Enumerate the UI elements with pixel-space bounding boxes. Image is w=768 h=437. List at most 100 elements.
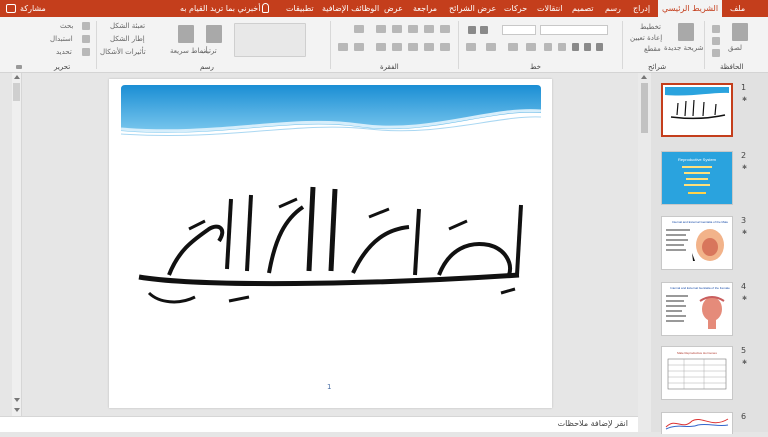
align-center-icon[interactable] <box>424 43 434 51</box>
slide-thumbnail-2[interactable]: Reproductive System <box>661 151 733 205</box>
scroll-up-icon[interactable] <box>14 75 20 79</box>
change-case-icon[interactable] <box>508 43 518 51</box>
line-spacing-icon[interactable] <box>376 25 386 33</box>
tab-view[interactable]: عرض <box>380 0 407 17</box>
scroll-thumb[interactable] <box>641 83 648 133</box>
format-painter-icon[interactable] <box>712 49 720 57</box>
tab-design[interactable]: تصميم <box>568 0 598 17</box>
tab-animations[interactable]: حركات <box>500 0 531 17</box>
shape-effects-button[interactable]: تأثيرات الأشكال <box>100 48 146 56</box>
thumbnail-6-graphics <box>665 418 729 430</box>
strikethrough-icon[interactable] <box>544 43 552 51</box>
arrange-icon[interactable] <box>206 25 222 43</box>
paste-label[interactable]: لصق <box>728 44 742 52</box>
collapse-ribbon-icon[interactable] <box>16 65 22 69</box>
editor-scrollbar[interactable] <box>12 73 22 416</box>
slide-thumbnail-1[interactable] <box>661 83 733 137</box>
thumbnails-scrollbar[interactable] <box>638 73 651 432</box>
italic-icon[interactable] <box>584 43 591 51</box>
bold-icon[interactable] <box>596 43 603 51</box>
tab-apps[interactable]: تطبيقات <box>282 0 318 17</box>
shape-fill-button[interactable]: تعبئة الشكل <box>110 22 145 30</box>
group-font-label: خط <box>530 63 541 71</box>
smartart-icon[interactable] <box>338 43 348 51</box>
section-button[interactable]: مقطع <box>644 45 661 53</box>
transition-star-icon: ✱ <box>742 359 748 366</box>
shape-outline-button[interactable]: إطار الشكل <box>110 35 145 43</box>
slide-thumbnail-5[interactable]: Male Reproductive Hormones <box>661 346 733 400</box>
new-slide-label[interactable]: شريحة جديدة <box>664 44 703 52</box>
scroll-down-icon[interactable] <box>14 408 20 412</box>
thumbnail-1-graphics <box>665 87 729 120</box>
scroll-down-page-icon[interactable] <box>14 398 20 402</box>
transition-star-icon: ✱ <box>742 229 748 236</box>
replace-icon[interactable] <box>82 35 90 43</box>
separator <box>330 21 331 69</box>
transition-star-icon: ✱ <box>742 96 748 103</box>
tab-home[interactable]: الشريط الرئيسي <box>658 0 723 17</box>
paste-icon[interactable] <box>732 23 748 41</box>
replace-button[interactable]: استبدال <box>50 35 73 43</box>
reset-button[interactable]: إعادة تعيين <box>630 34 662 42</box>
font-size-input[interactable] <box>502 25 536 35</box>
tab-insert[interactable]: إدراج <box>629 0 654 17</box>
grow-font-icon[interactable] <box>480 26 488 34</box>
decrease-indent-icon[interactable] <box>408 25 418 33</box>
current-slide[interactable]: 1 <box>109 79 552 408</box>
font-name-input[interactable] <box>540 25 608 35</box>
align-right-icon[interactable] <box>440 43 450 51</box>
share-button[interactable]: مشاركة <box>20 0 46 17</box>
shrink-font-icon[interactable] <box>468 26 476 34</box>
tab-file[interactable]: ملف <box>726 0 749 17</box>
transition-star-icon: ✱ <box>742 164 748 171</box>
select-button[interactable]: تحديد <box>56 48 72 56</box>
align-text-icon[interactable] <box>354 43 364 51</box>
shadow-icon[interactable] <box>558 43 566 51</box>
cut-icon[interactable] <box>712 25 720 33</box>
find-button[interactable]: بحث <box>60 22 73 30</box>
slide-thumbnail-4[interactable]: Internal and External Genitalia of the F… <box>661 282 733 336</box>
copy-icon[interactable] <box>712 37 720 45</box>
separator <box>458 21 459 69</box>
tab-transitions[interactable]: انتقالات <box>533 0 566 17</box>
layout-button[interactable]: تخطيط <box>640 23 661 31</box>
separator <box>704 21 705 69</box>
numbering-icon[interactable] <box>424 25 434 33</box>
tab-draw[interactable]: رسم <box>601 0 625 17</box>
shapes-gallery[interactable] <box>234 23 306 57</box>
text-direction-icon[interactable] <box>354 25 364 33</box>
share-icon[interactable] <box>6 4 16 13</box>
thumbnail-number-5: 5 <box>741 346 747 355</box>
tab-addins[interactable]: الوظائف الإضافية <box>318 0 383 17</box>
columns-icon[interactable] <box>376 43 386 51</box>
notes-pane[interactable]: انقر لإضافة ملاحظات <box>0 416 638 432</box>
select-icon[interactable] <box>82 48 90 56</box>
highlight-icon[interactable] <box>466 43 476 51</box>
slide-banner-wave <box>121 85 541 133</box>
increase-indent-icon[interactable] <box>392 25 402 33</box>
underline-icon[interactable] <box>572 43 579 51</box>
thumbnail-5-graphics: Male Reproductive Hormones <box>667 351 727 390</box>
notes-placeholder[interactable]: انقر لإضافة ملاحظات <box>558 419 628 428</box>
justify-icon[interactable] <box>392 43 402 51</box>
align-left-icon[interactable] <box>408 43 418 51</box>
group-clipboard-label: الحافظة <box>720 63 744 71</box>
group-drawing-label: رسم <box>200 63 214 71</box>
tell-me-search[interactable]: أخبرني بما تريد القيام به <box>180 0 260 17</box>
scroll-thumb[interactable] <box>13 83 20 101</box>
thumbnail-number-3: 3 <box>741 216 747 225</box>
quick-styles-icon[interactable] <box>178 25 194 43</box>
font-color-icon[interactable] <box>486 43 496 51</box>
quick-styles-label[interactable]: أنماط سريعة <box>170 47 208 55</box>
tab-slideshow[interactable]: عرض الشرائح <box>445 0 500 17</box>
slide-thumbnail-6[interactable] <box>661 412 733 434</box>
lightbulb-icon[interactable] <box>262 3 269 13</box>
slide-graphics <box>120 85 542 304</box>
char-spacing-icon[interactable] <box>526 43 536 51</box>
tab-review[interactable]: مراجعة <box>409 0 441 17</box>
find-icon[interactable] <box>82 22 90 30</box>
scroll-up-icon[interactable] <box>641 75 647 79</box>
bullets-icon[interactable] <box>440 25 450 33</box>
new-slide-icon[interactable] <box>678 23 694 41</box>
slide-thumbnail-3[interactable]: Internal and External Genitalia of the M… <box>661 216 733 270</box>
